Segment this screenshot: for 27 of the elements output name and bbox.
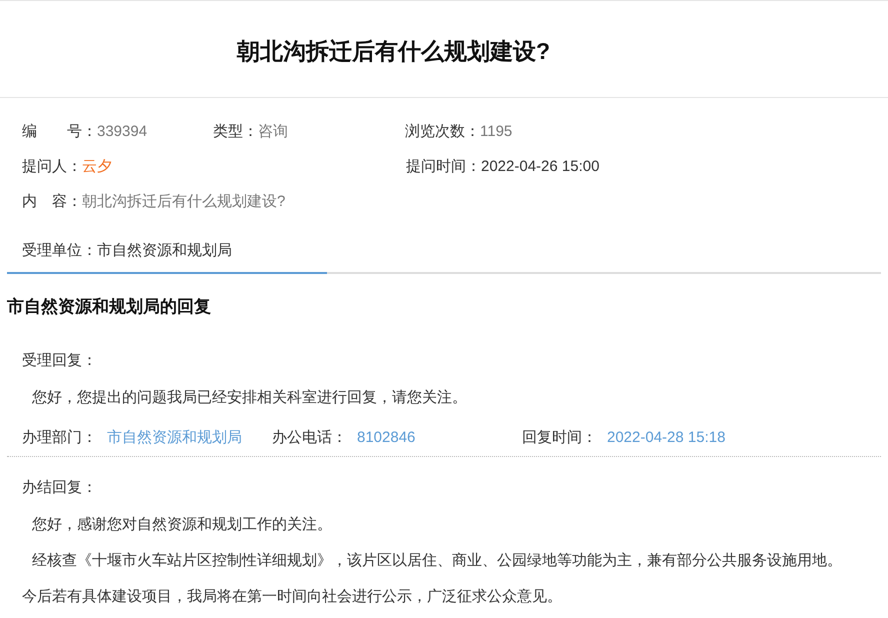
field-label: 内 容： (22, 192, 82, 212)
section-heading: 市自然资源和规划局的回复 (6, 296, 212, 318)
field-value: 2022-04-28 15:18 (606, 428, 726, 448)
field-value: 1195 (480, 122, 512, 142)
reply-paragraph: 经核查《十堰市火车站片区控制性详细规划》，该片区以居住、商业、公园绿地等功能为主，兼有部分公共服务设施用地。今后若有具体建设项目，我局将在第一时间向社会进行公示，广泛征求公众意见。 (22, 550, 842, 606)
page-title: 朝北沟拆迁后有什么规划建设? (236, 36, 550, 66)
field-value: 市自然资源和规划局 (97, 240, 232, 261)
field-label: 浏览次数： (405, 122, 480, 142)
reply-heading: 受理回复： (22, 351, 98, 372)
field-value: 339394 (97, 122, 148, 142)
field-value: 2022-04-26 15:00 (481, 156, 600, 177)
field-label: 提问人： (22, 156, 82, 177)
reply-heading: 办结回复： (22, 478, 98, 498)
field-value: 咨询 (258, 122, 288, 142)
field-label: 类型： (213, 122, 258, 142)
asker-name: 云夕 (82, 156, 112, 177)
field-label: 办理部门： (22, 428, 97, 448)
field-value: 8102846 (356, 428, 416, 448)
field-label: 提问时间： (406, 156, 481, 177)
field-value: 市自然资源和规划局 (106, 428, 242, 448)
field-label: 编 号： (22, 122, 97, 142)
reply-paragraph: 您好，感谢您对自然资源和规划工作的关注。 (31, 514, 333, 534)
field-label: 回复时间： (522, 428, 597, 448)
reply-paragraph: 您好，您提出的问题我局已经安排相关科室进行回复，请您关注。 (31, 388, 468, 408)
field-value: 朝北沟拆迁后有什么规划建设? (82, 192, 286, 212)
field-label: 办公电话： (272, 428, 347, 448)
field-label: 受理单位： (22, 240, 97, 261)
